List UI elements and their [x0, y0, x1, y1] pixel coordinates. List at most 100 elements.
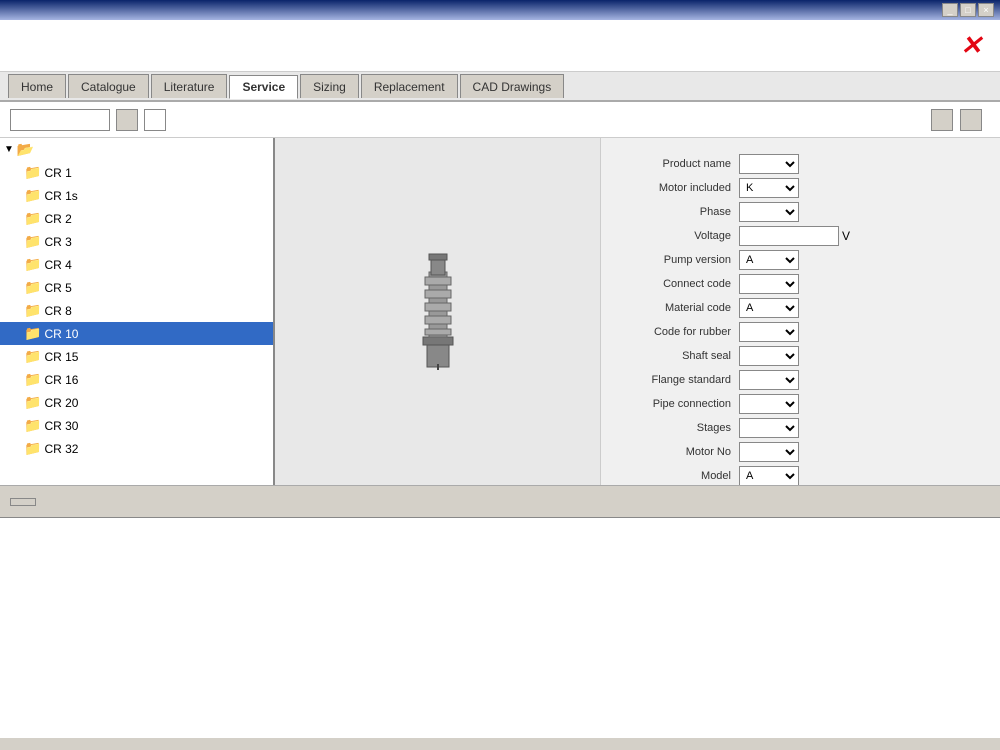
minimize-button[interactable]: _ [942, 3, 958, 17]
nav-item-literature[interactable]: Literature [151, 74, 228, 98]
tree-item-label: CR 1 [44, 166, 71, 180]
criteria-select-8[interactable] [739, 346, 799, 366]
criteria-row-10: Pipe connection [609, 394, 992, 414]
criteria-label-1: Motor included [609, 182, 739, 194]
service-video-button[interactable] [144, 109, 166, 131]
criteria-label-2: Phase [609, 206, 739, 218]
criteria-row-1: Motor includedK [609, 178, 992, 198]
tree-item-label: CR 2 [44, 212, 71, 226]
folder-icon [24, 371, 41, 388]
criteria-select-5[interactable] [739, 274, 799, 294]
submit-button[interactable] [116, 109, 138, 131]
product-image-panel [275, 138, 600, 485]
criteria-rows: Product nameMotor includedKPhaseVoltage … [609, 154, 992, 485]
criteria-control-2 [739, 202, 799, 222]
criteria-label-0: Product name [609, 158, 739, 170]
settings-button[interactable] [960, 109, 982, 131]
folder-icon [24, 394, 41, 411]
tree-panel: ▼ CR 1 CR 1s CR 2 CR 3CR 4CR 5CR 8 CR 10 CR 1… [0, 138, 275, 485]
tree-item-cr-2[interactable]: CR 2 [0, 207, 273, 230]
nav-item-home[interactable]: Home [8, 74, 66, 98]
nav-item-service[interactable]: Service [229, 75, 298, 99]
criteria-label-10: Pipe connection [609, 398, 739, 410]
criteria-select-13[interactable]: A [739, 466, 799, 485]
criteria-row-5: Connect code [609, 274, 992, 294]
criteria-select-2[interactable] [739, 202, 799, 222]
tree-scroll[interactable]: ▼ CR 1 CR 1s CR 2 CR 3CR 4CR 5CR 8 CR 10 CR 1… [0, 138, 273, 485]
criteria-row-8: Shaft seal [609, 346, 992, 366]
titlebar: _ □ × [0, 0, 1000, 20]
criteria-select-11[interactable] [739, 418, 799, 438]
folder-icon [24, 233, 41, 250]
criteria-control-11 [739, 418, 799, 438]
nav-item-cad-drawings[interactable]: CAD Drawings [460, 74, 565, 98]
header: ✕ [0, 20, 1000, 72]
criteria-select-0[interactable] [739, 154, 799, 174]
tree-item-cr-1s[interactable]: CR 1s [0, 184, 273, 207]
criteria-control-3: V [739, 226, 850, 246]
tree-item-cr-16[interactable]: CR 16 [0, 368, 273, 391]
criteria-control-6: A [739, 298, 799, 318]
tree-item-cr-3[interactable]: CR 3 [0, 230, 273, 253]
folder-icon [24, 417, 41, 434]
pagination-info [36, 496, 930, 508]
toolbar-left [10, 109, 166, 131]
product-no-input[interactable] [10, 109, 110, 131]
criteria-select-12[interactable] [739, 442, 799, 462]
criteria-row-13: ModelA [609, 466, 992, 485]
criteria-control-7 [739, 322, 799, 342]
toolbar [0, 102, 1000, 138]
tree-item-cr-20[interactable]: CR 20 [0, 391, 273, 414]
close-button[interactable] [10, 498, 36, 506]
criteria-select-6[interactable]: A [739, 298, 799, 318]
grundfos-logo: ✕ [954, 30, 984, 61]
criteria-row-6: Material codeA [609, 298, 992, 318]
tree-item-label: CR 15 [44, 350, 78, 364]
folder-icon [24, 279, 41, 296]
close-window-button[interactable]: × [978, 3, 994, 17]
tree-item-cr-10[interactable]: CR 10 [0, 322, 273, 345]
tree-item-label: CR 32 [44, 442, 78, 456]
tree-item-cr-15[interactable]: CR 15 [0, 345, 273, 368]
nav-item-catalogue[interactable]: Catalogue [68, 74, 149, 98]
criteria-select-4[interactable]: A [739, 250, 799, 270]
criteria-label-12: Motor No [609, 446, 739, 458]
login-button[interactable] [931, 109, 953, 131]
criteria-select-9[interactable] [739, 370, 799, 390]
criteria-select-7[interactable] [739, 322, 799, 342]
criteria-label-11: Stages [609, 422, 739, 434]
tree-item-label: CR 10 [44, 327, 78, 341]
criteria-row-3: Voltage V [609, 226, 992, 246]
tree-item-cr-30[interactable]: CR 30 [0, 414, 273, 437]
results-table-wrap[interactable] [0, 518, 1000, 738]
tree-root[interactable]: ▼ [0, 138, 273, 161]
criteria-select-10[interactable] [739, 394, 799, 414]
bottom-section [0, 486, 1000, 738]
tree-item-cr-32[interactable]: CR 32 [0, 437, 273, 460]
tree-item-cr-5[interactable]: CR 5 [0, 276, 273, 299]
toolbar-right [931, 109, 990, 131]
grundfos-icon: ✕ [960, 30, 984, 61]
nav-item-sizing[interactable]: Sizing [300, 74, 359, 98]
criteria-row-7: Code for rubber [609, 322, 992, 342]
tree-item-cr-8[interactable]: CR 8 [0, 299, 273, 322]
criteria-input-3[interactable] [739, 226, 839, 246]
criteria-control-9 [739, 370, 799, 390]
tree-item-label: CR 16 [44, 373, 78, 387]
maximize-button[interactable]: □ [960, 3, 976, 17]
criteria-select-1[interactable]: K [739, 178, 799, 198]
search-criteria-panel: Product nameMotor includedKPhaseVoltage … [600, 138, 1000, 485]
tree-item-label: CR 1s [44, 189, 77, 203]
criteria-control-8 [739, 346, 799, 366]
nav-item-replacement[interactable]: Replacement [361, 74, 458, 98]
folder-icon [24, 302, 41, 319]
tree-item-cr-1[interactable]: CR 1 [0, 161, 273, 184]
criteria-row-4: Pump versionA [609, 250, 992, 270]
tree-item-cr-4[interactable]: CR 4 [0, 253, 273, 276]
criteria-label-5: Connect code [609, 278, 739, 290]
main-content: ▼ CR 1 CR 1s CR 2 CR 3CR 4CR 5CR 8 CR 10 CR 1… [0, 138, 1000, 486]
folder-icon [24, 256, 41, 273]
pump-image [405, 252, 470, 372]
folder-icon [24, 187, 41, 204]
titlebar-controls: _ □ × [942, 3, 994, 17]
